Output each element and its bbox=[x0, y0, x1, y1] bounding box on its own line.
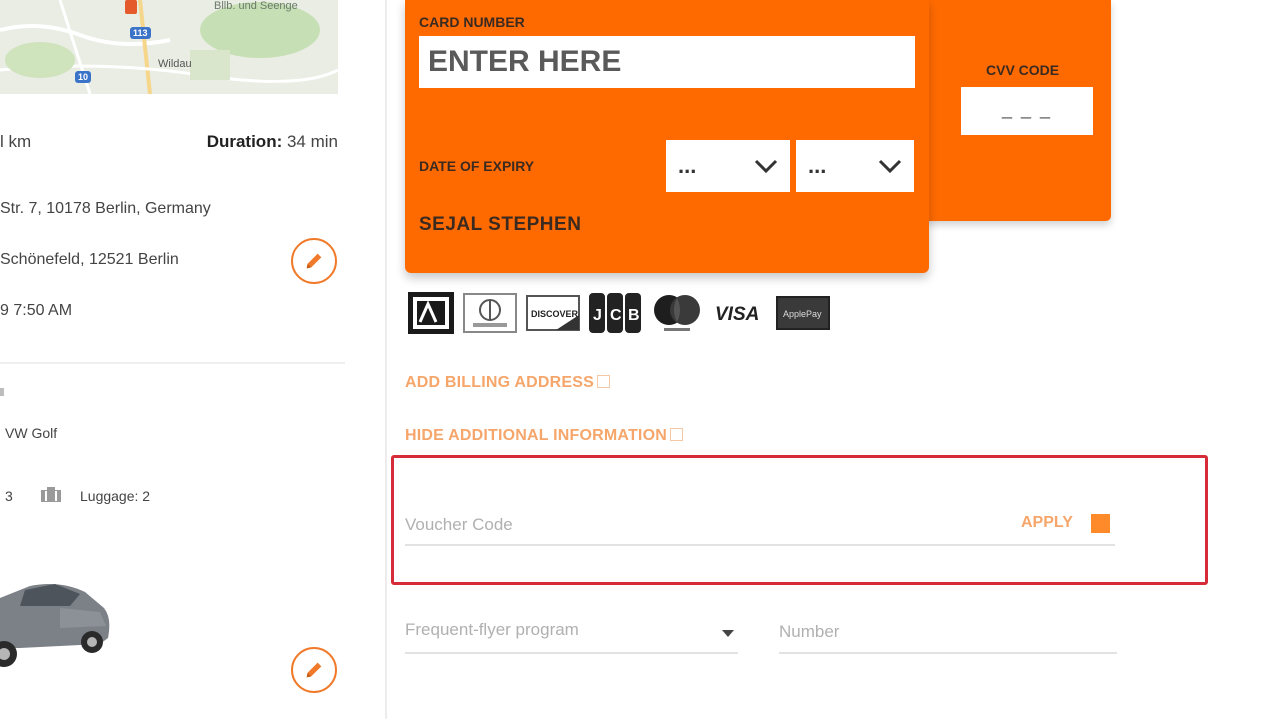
expiry-month-value: ... bbox=[678, 153, 697, 178]
card-number-input[interactable] bbox=[419, 36, 915, 88]
chevron-down-icon bbox=[878, 159, 902, 173]
edit-vehicle-button[interactable] bbox=[291, 647, 337, 693]
expiry-month-select[interactable]: ... bbox=[666, 140, 790, 192]
add-billing-address-label: ADD BILLING ADDRESS bbox=[405, 374, 594, 391]
edit-trip-button[interactable] bbox=[291, 238, 337, 284]
voucher-section: APPLY bbox=[391, 455, 1208, 585]
booking-summary-panel: 113 10 Wildau Bllb. und Seenge l km Dura… bbox=[0, 0, 385, 719]
applepay-logo: ApplePay bbox=[776, 293, 830, 333]
map-background bbox=[0, 0, 338, 94]
amex-logo bbox=[408, 292, 454, 334]
cvv-label: CVV CODE bbox=[986, 62, 1060, 78]
pencil-icon bbox=[306, 253, 322, 269]
distance-value: l km bbox=[0, 132, 32, 151]
road-shield: 113 bbox=[130, 27, 151, 39]
plus-icon bbox=[597, 375, 610, 388]
mastercard-logo bbox=[650, 293, 704, 333]
frequent-flyer-number-input[interactable] bbox=[779, 612, 1117, 654]
trip-metrics: l km Duration: 34 min bbox=[0, 132, 338, 154]
jcb-logo: JCB bbox=[589, 293, 641, 333]
discover-logo: DISCOVER bbox=[526, 293, 580, 333]
road-shield: 10 bbox=[75, 71, 92, 83]
hide-additional-info-label: HIDE ADDITIONAL INFORMATION bbox=[405, 427, 667, 444]
duration-label: Duration: bbox=[206, 132, 283, 151]
frequent-flyer-program-placeholder: Frequent-flyer program bbox=[405, 620, 579, 639]
svg-text:B: B bbox=[628, 307, 640, 324]
luggage-count: Luggage: 2 bbox=[80, 488, 151, 504]
svg-text:DISCOVER: DISCOVER bbox=[531, 309, 579, 319]
dropoff-address: Schönefeld, 12521 Berlin bbox=[0, 251, 179, 268]
vehicle-model: VW Golf bbox=[5, 425, 58, 441]
duration: Duration: 34 min bbox=[207, 132, 338, 152]
map-label: Wildau bbox=[158, 58, 192, 70]
section-divider bbox=[0, 362, 345, 364]
passenger-count: 3 bbox=[5, 488, 13, 504]
frequent-flyer-program-select[interactable]: Frequent-flyer program bbox=[405, 612, 738, 654]
cardholder-name: SEJAL STEPHEN bbox=[419, 214, 582, 235]
expiry-year-select[interactable]: ... bbox=[796, 140, 914, 192]
card-number-label: CARD NUMBER bbox=[419, 14, 525, 30]
luggage-icon bbox=[41, 487, 61, 502]
section-marker bbox=[0, 388, 4, 396]
hide-additional-info-link[interactable]: HIDE ADDITIONAL INFORMATION bbox=[405, 427, 683, 445]
voucher-code-input[interactable] bbox=[405, 506, 1115, 546]
panel-divider bbox=[385, 0, 387, 719]
duration-value: 34 min bbox=[286, 132, 338, 151]
minus-icon bbox=[669, 428, 683, 441]
car-image bbox=[0, 584, 110, 667]
svg-text:VISA: VISA bbox=[715, 304, 759, 325]
svg-text:ApplePay: ApplePay bbox=[783, 309, 822, 319]
apply-voucher-button[interactable]: APPLY bbox=[1021, 514, 1073, 532]
pickup-time: 9 7:50 AM bbox=[0, 302, 73, 319]
chevron-down-icon bbox=[754, 159, 778, 173]
caret-down-icon bbox=[722, 630, 734, 637]
route-map[interactable]: 113 10 Wildau Bllb. und Seenge bbox=[0, 0, 338, 94]
svg-text:J: J bbox=[593, 307, 602, 324]
add-billing-address-link[interactable]: ADD BILLING ADDRESS bbox=[405, 374, 610, 392]
apply-status-icon bbox=[1091, 514, 1110, 533]
visa-logo: VISA bbox=[713, 293, 767, 333]
svg-text:C: C bbox=[610, 307, 622, 324]
map-pin-icon bbox=[125, 0, 137, 14]
cvv-input[interactable]: _ _ _ bbox=[961, 87, 1093, 135]
diners-club-logo bbox=[463, 293, 517, 333]
expiry-label: DATE OF EXPIRY bbox=[419, 158, 535, 174]
pencil-icon bbox=[306, 662, 322, 678]
map-label: Bllb. und Seenge bbox=[214, 0, 298, 12]
expiry-year-value: ... bbox=[808, 153, 827, 178]
pickup-address: Str. 7, 10178 Berlin, Germany bbox=[0, 200, 211, 217]
card-back: CVV CODE _ _ _ bbox=[920, 0, 1111, 221]
card-front: CARD NUMBER DATE OF EXPIRY ... ... SEJAL… bbox=[405, 0, 929, 273]
payment-logos: DISCOVER JCB VISA ApplePay bbox=[408, 292, 830, 334]
